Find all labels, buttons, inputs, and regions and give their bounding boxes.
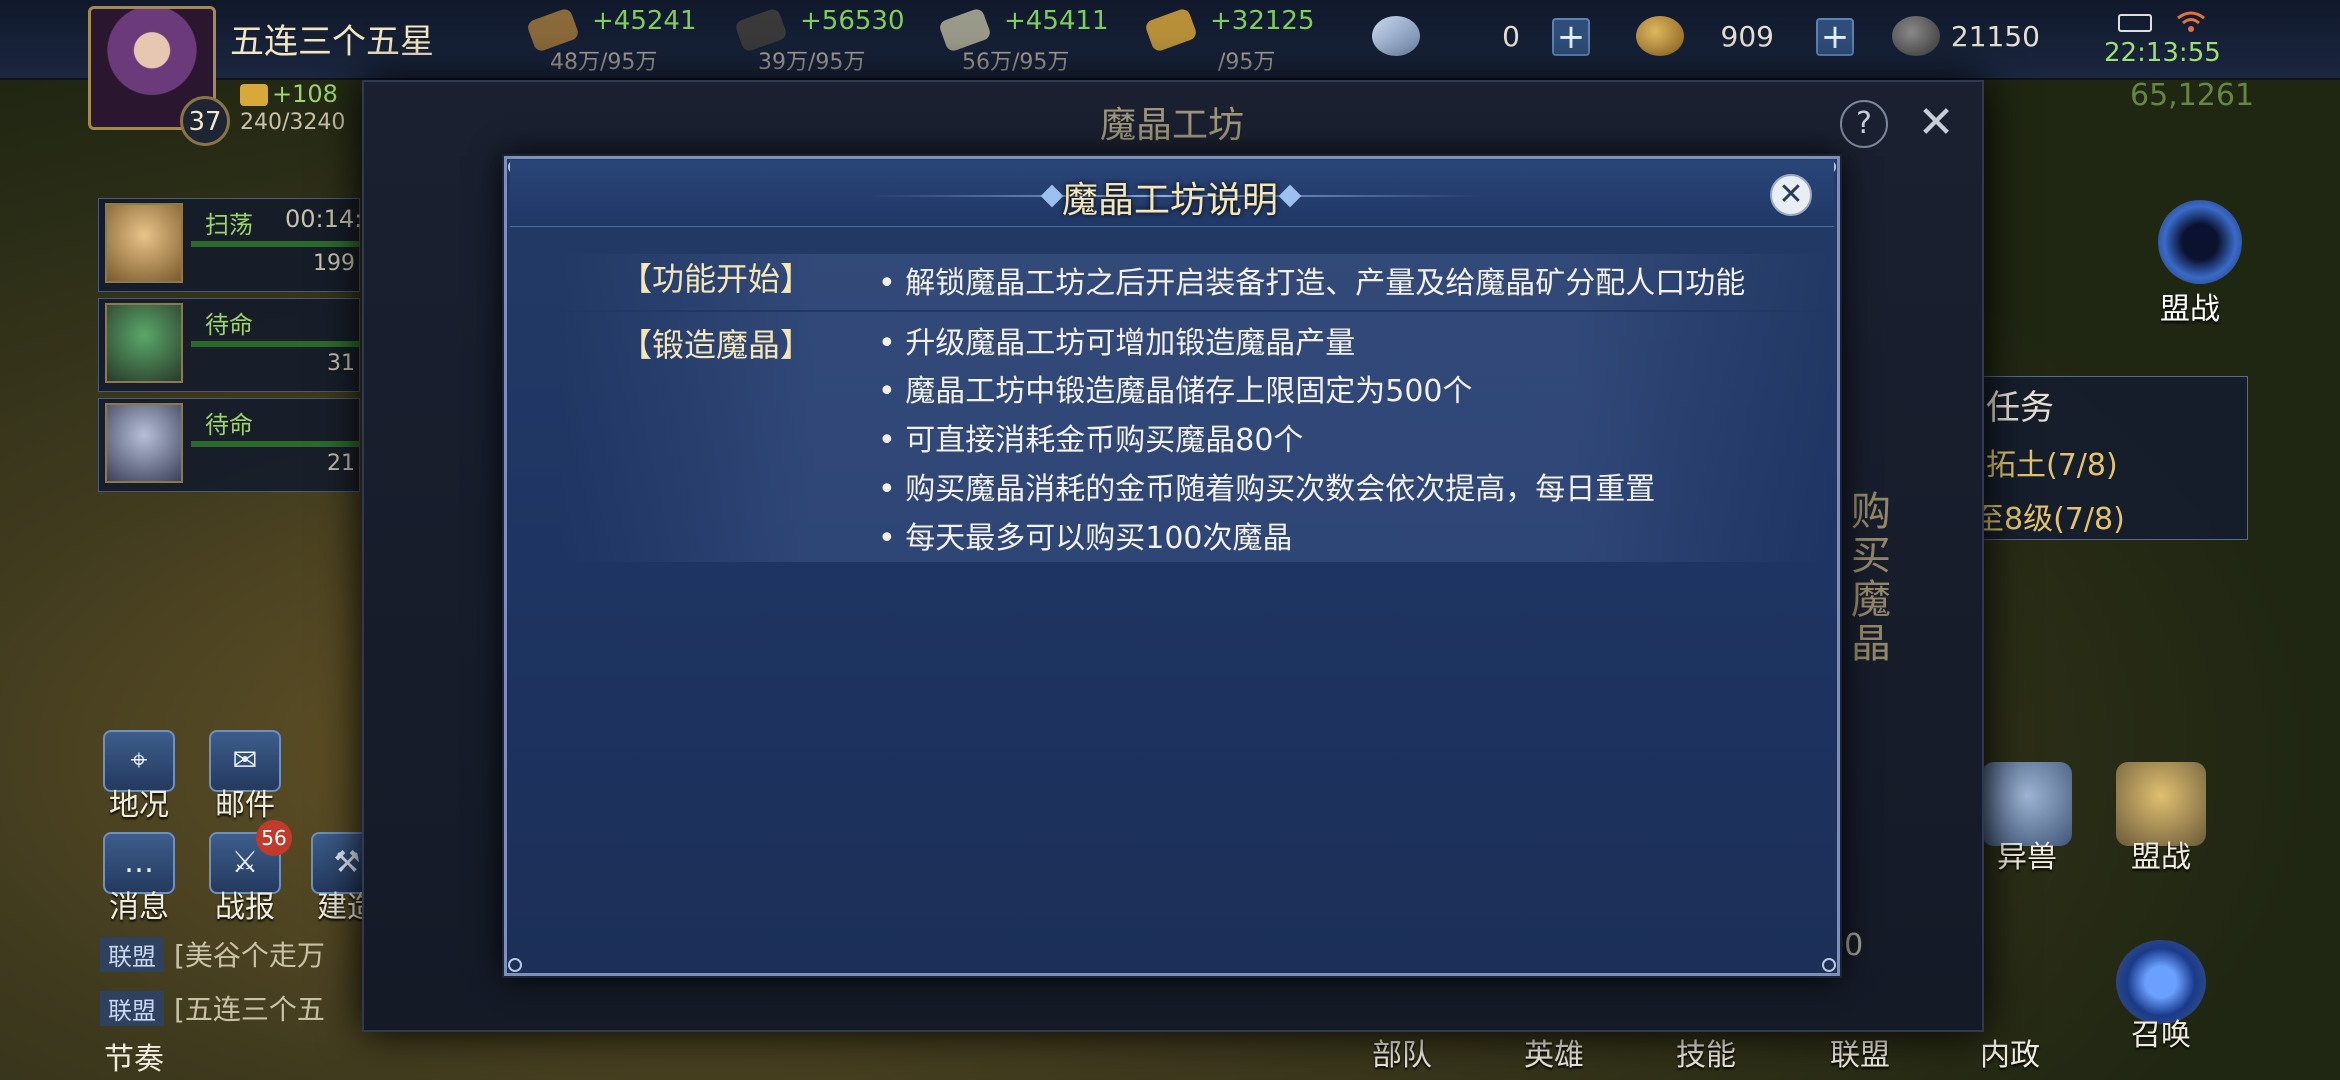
resource-cap: 39万/95万 — [758, 50, 866, 75]
chat-channel-tag: 联盟 — [100, 991, 164, 1026]
nav-troops[interactable]: 部队 — [1372, 1030, 1432, 1074]
section-bullet: • 每天最多可以购买100次魔晶 — [878, 521, 1293, 556]
beast-label: 异兽 — [1997, 840, 2057, 875]
resource-cap: 48万/95万 — [550, 50, 658, 75]
alliance-war-label: 盟战 — [2131, 840, 2191, 875]
rhythm-label[interactable]: 节奏 — [104, 1034, 164, 1078]
section-bullet: • 解锁魔晶工坊之后开启装备打造、产量及给魔晶矿分配人口功能 — [878, 266, 1746, 301]
hero-queue-row[interactable]: 扫荡 00:14: 199 — [98, 198, 363, 292]
message-button[interactable]: … 消息 — [102, 832, 176, 928]
add-gold-button[interactable]: + — [1816, 18, 1854, 56]
hero-portrait — [105, 203, 183, 283]
task-item[interactable]: 拓土(7/8) — [1986, 440, 2118, 484]
hero-portrait — [105, 403, 183, 483]
hero-queue-row[interactable]: 待命 21 — [98, 398, 360, 492]
hero-progress-bar — [191, 341, 359, 347]
hero-queue-row[interactable]: 待命 31 — [98, 298, 360, 392]
crown-icon — [240, 84, 268, 106]
alliance-war-button[interactable]: 盟战 — [2106, 762, 2216, 882]
wifi-icon — [2177, 11, 2205, 32]
resource-cap: /95万 — [1218, 50, 1276, 75]
battery-icon — [2118, 14, 2152, 32]
summon-button[interactable]: 召唤 — [2106, 940, 2216, 1060]
chat-text: [美谷个走万 — [174, 939, 325, 972]
hero-portrait — [105, 303, 183, 383]
nav-alliance[interactable]: 联盟 — [1830, 1030, 1890, 1074]
beast-button[interactable]: 异兽 — [1972, 762, 2082, 882]
clock: 22:13:55 — [2104, 38, 2221, 68]
hero-progress-bar — [191, 441, 359, 447]
hero-status: 待命 — [205, 311, 253, 339]
hero-status: 扫荡 — [205, 211, 253, 239]
help-button[interactable]: ? — [1840, 100, 1888, 148]
player-power: +108 — [272, 80, 338, 108]
resource-wood[interactable]: +45241 48万/95万 — [525, 6, 710, 75]
nav-internal-affairs[interactable]: 内政 — [1980, 1030, 2040, 1074]
message-label: 消息 — [109, 890, 169, 925]
resource-cap: 56万/95万 — [962, 50, 1070, 75]
hero-troops: 21 — [327, 451, 355, 476]
section-bullet: • 升级魔晶工坊可增加锻造魔晶产量 — [878, 326, 1356, 361]
resource-gain: +32125 — [1210, 6, 1315, 36]
mail-button[interactable]: ✉ 邮件 — [208, 730, 282, 826]
gold-value: 909 — [1720, 20, 1774, 53]
add-crystal-button[interactable]: + — [1552, 18, 1590, 56]
dialog-title-text: 魔晶工坊说明 — [1061, 180, 1279, 221]
corner-ornament — [508, 958, 522, 972]
section-bullet: • 魔晶工坊中锻造魔晶储存上限固定为500个 — [878, 374, 1473, 409]
hero-troops: 199 — [313, 251, 355, 276]
player-power-cap: 240/3240 — [240, 110, 346, 135]
nav-heroes[interactable]: 英雄 — [1524, 1030, 1584, 1074]
resource-iron[interactable]: +56530 39万/95万 — [733, 6, 918, 75]
resource-gain: +45411 — [1004, 6, 1109, 36]
chat-line[interactable]: 联盟 [五连三个五 — [100, 988, 325, 1028]
section-heading: 【锻造魔晶】 — [620, 326, 813, 364]
notification-badge: 56 — [256, 820, 292, 856]
resource-gain: +56530 — [800, 6, 905, 36]
player-level-badge: 37 — [180, 96, 230, 146]
dialog-close-button[interactable]: ✕ — [1770, 174, 1812, 216]
hero-status: 待命 — [205, 411, 253, 439]
map-status-label: 地况 — [109, 788, 169, 823]
chat-line[interactable]: 联盟 [美谷个走万 — [100, 934, 325, 974]
portal-icon[interactable] — [2158, 200, 2242, 284]
section-bullet: • 可直接消耗金币购买魔晶80个 — [878, 423, 1304, 458]
section-heading: 【功能开始】 — [620, 260, 813, 298]
hero-progress-bar — [191, 241, 359, 247]
crystal-value: 0 — [1502, 20, 1520, 53]
map-status-button[interactable]: ⌖ 地况 — [102, 730, 176, 826]
map-coordinates[interactable]: 65,1261 — [2130, 78, 2254, 113]
chat-text: [五连三个五 — [174, 993, 325, 1026]
chat-channel-tag: 联盟 — [100, 937, 164, 972]
stone-value: 21150 — [1950, 20, 2040, 53]
corner-ornament — [1822, 958, 1836, 972]
hero-timer: 00:14: — [285, 205, 363, 233]
task-title: 任务 — [1986, 388, 2054, 428]
resource-gain: +45241 — [592, 6, 697, 36]
player-name: 五连三个五星 — [230, 22, 434, 62]
grain-icon — [1143, 7, 1199, 53]
alliance-war-map-label[interactable]: 盟战 — [2160, 284, 2220, 328]
hero-troops: 31 — [327, 351, 355, 376]
nav-skills[interactable]: 技能 — [1676, 1030, 1736, 1074]
resource-stone[interactable]: +45411 56万/95万 — [937, 6, 1122, 75]
summon-label: 召唤 — [2131, 1018, 2191, 1053]
mail-label: 邮件 — [215, 788, 275, 823]
section-bullet: • 购买魔晶消耗的金币随着购买次数会依次提高，每日重置 — [878, 472, 1656, 507]
task-item[interactable]: 至8级(7/8) — [1974, 494, 2125, 538]
workshop-title: 魔晶工坊 — [1100, 105, 1245, 146]
buy-crystal-button[interactable]: 购买魔晶 — [1838, 490, 1896, 666]
workshop-close-button[interactable]: ✕ — [1910, 98, 1962, 150]
resource-grain[interactable]: +32125 /95万 — [1143, 6, 1328, 75]
battle-report-label: 战报 — [215, 890, 275, 925]
